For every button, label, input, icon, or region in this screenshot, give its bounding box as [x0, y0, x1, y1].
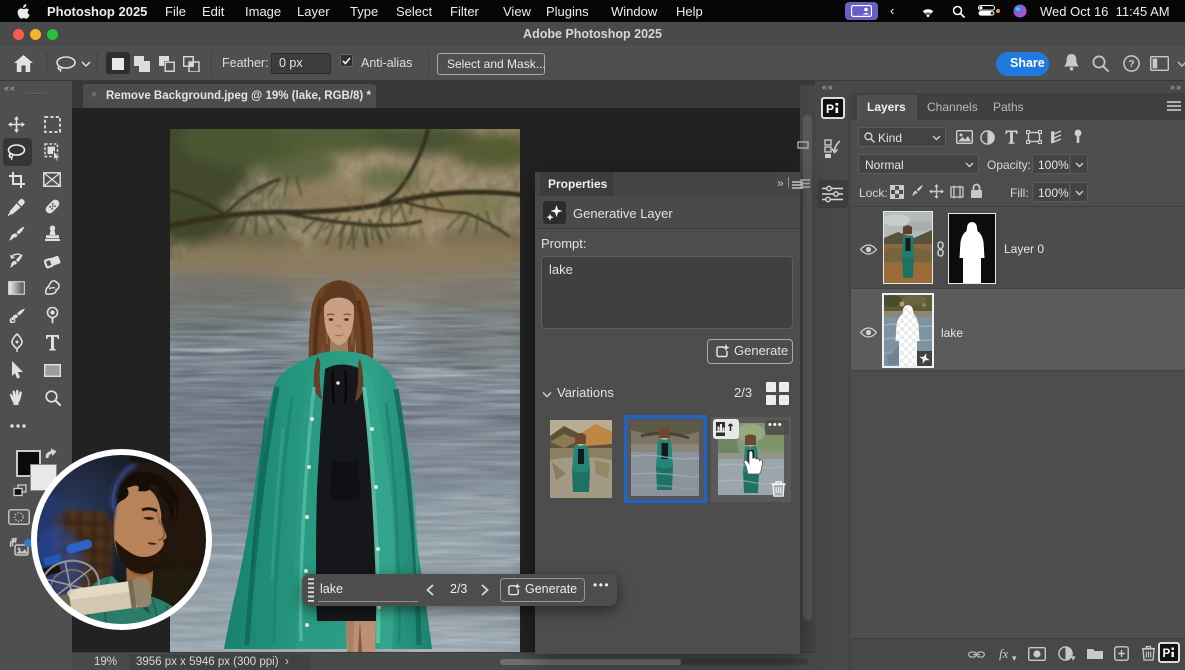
svg-text:P: P: [826, 102, 834, 116]
svg-text:?: ?: [1128, 58, 1134, 70]
svg-text:P: P: [1163, 648, 1171, 660]
